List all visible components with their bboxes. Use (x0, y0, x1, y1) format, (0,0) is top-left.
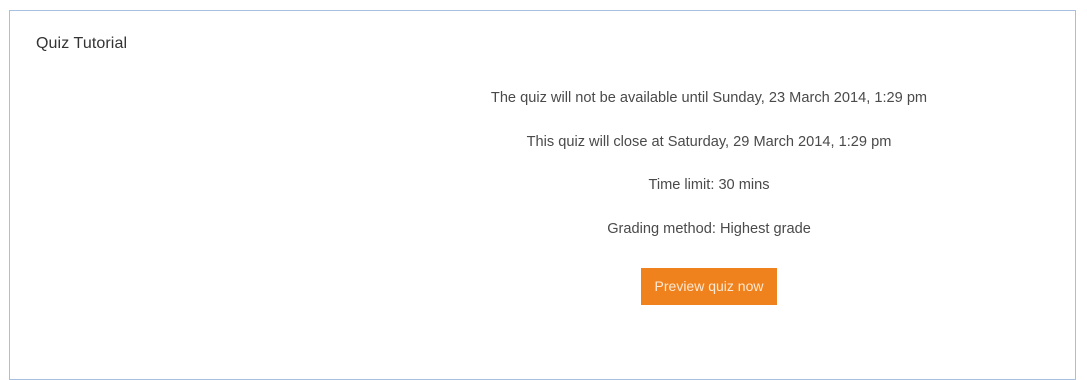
quiz-panel: Quiz Tutorial The quiz will not be avail… (9, 10, 1076, 380)
preview-button-container: Preview quiz now (10, 268, 1075, 305)
grading-method-text: Grading method: Highest grade (607, 221, 811, 237)
quiz-close-notice: This quiz will close at Saturday, 29 Mar… (526, 134, 892, 150)
time-limit-text: Time limit: 30 mins (648, 177, 770, 193)
page-title: Quiz Tutorial (36, 35, 128, 52)
preview-quiz-button[interactable]: Preview quiz now (640, 268, 778, 305)
quiz-open-notice: The quiz will not be available until Sun… (490, 90, 928, 106)
